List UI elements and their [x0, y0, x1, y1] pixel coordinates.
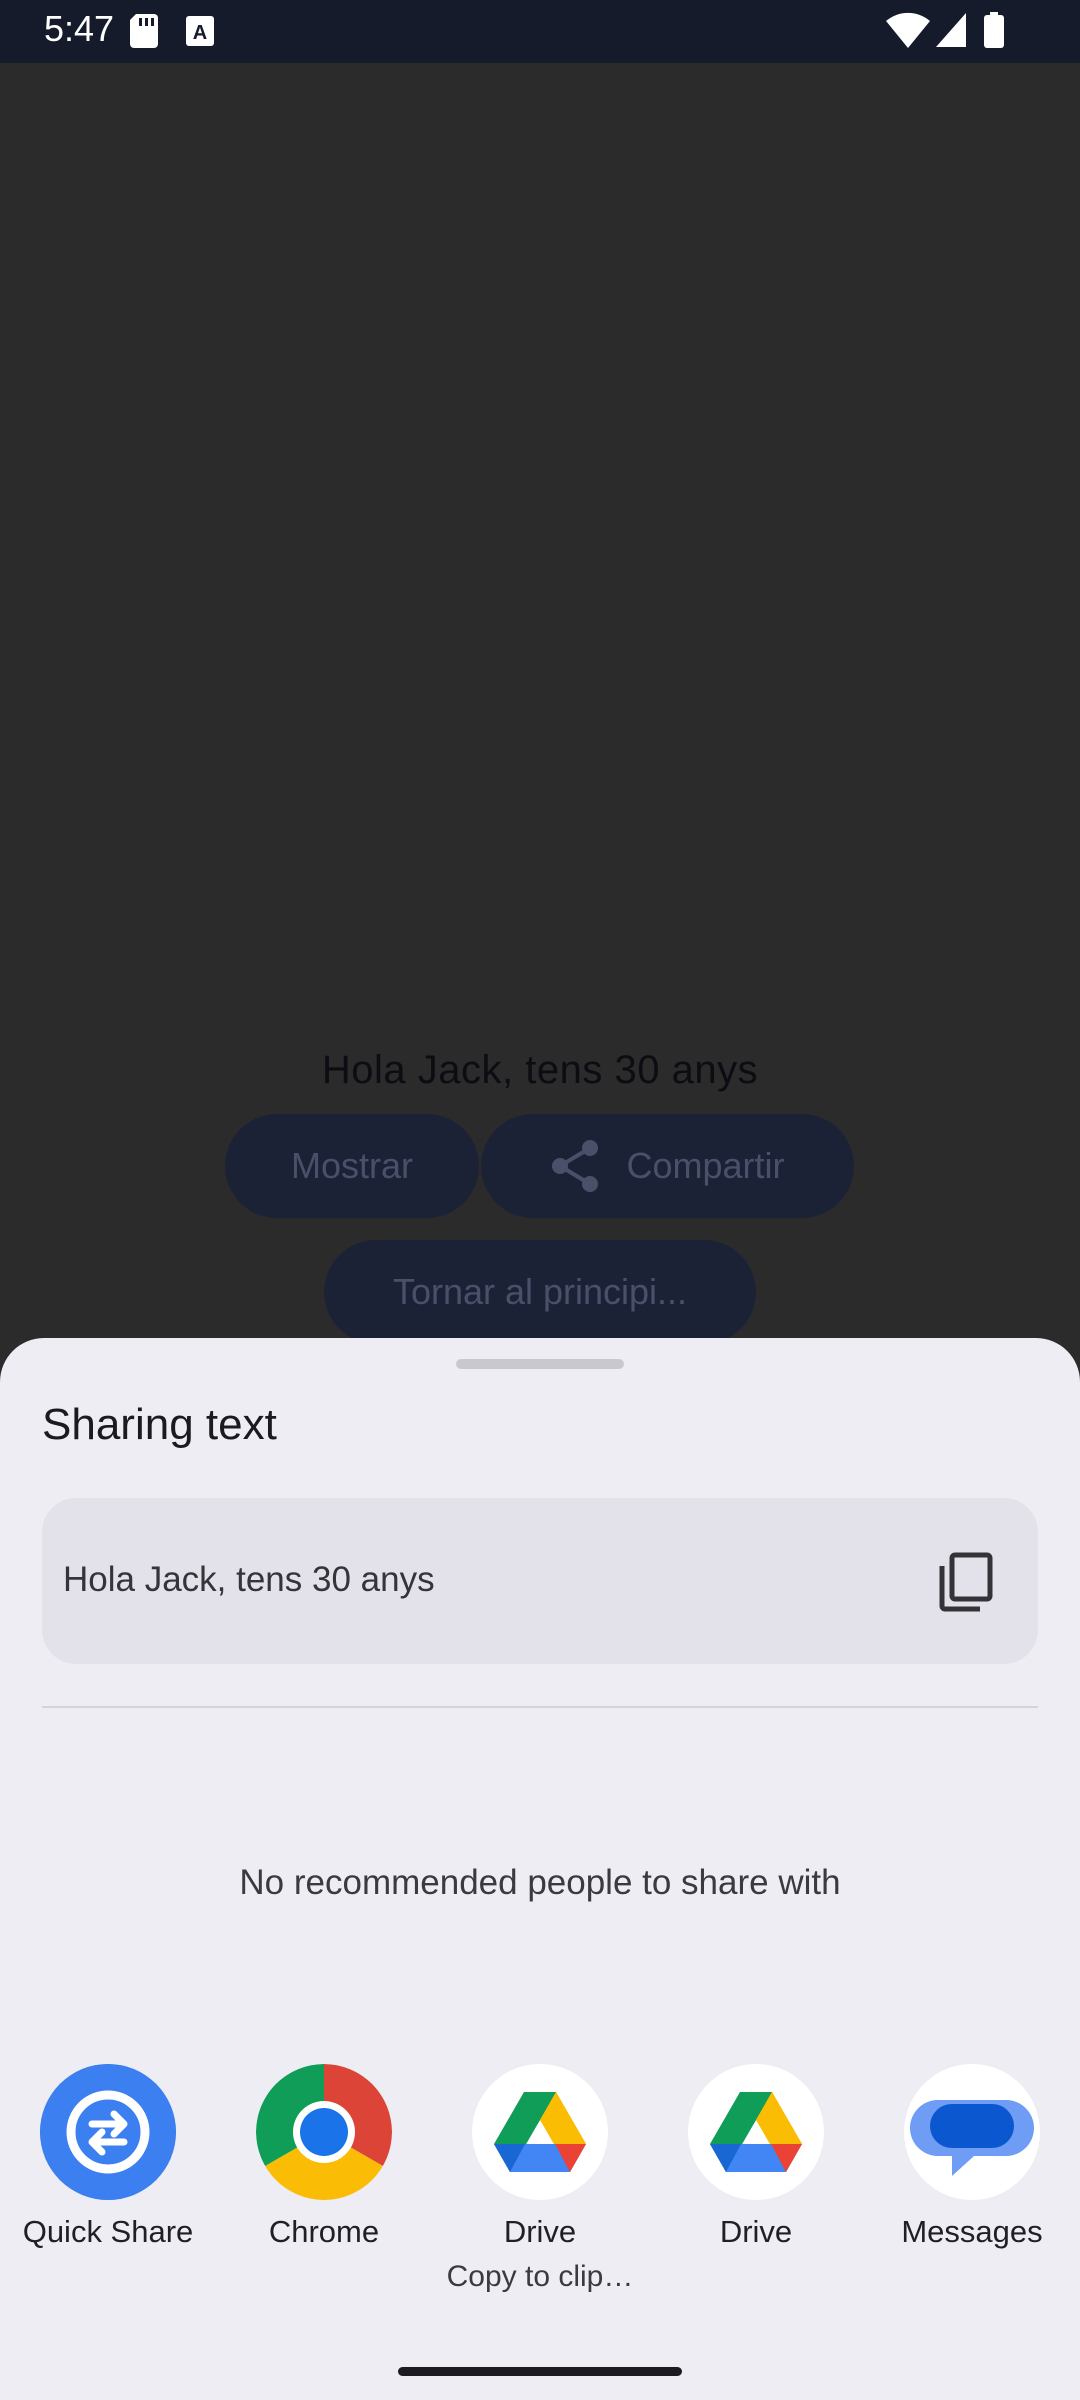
share-target-label: Chrome	[268, 2214, 380, 2249]
share-target-label: Drive	[503, 2214, 577, 2249]
divider	[42, 1706, 1038, 1708]
share-button[interactable]: Compartir	[481, 1114, 854, 1218]
battery-icon	[984, 12, 1004, 53]
show-button[interactable]: Mostrar	[225, 1114, 479, 1218]
text-preview-card: Hola Jack, tens 30 anys	[42, 1498, 1038, 1664]
drive-icon	[472, 2064, 608, 2200]
home-button[interactable]: Tornar al principi...	[324, 1240, 756, 1344]
messages-icon	[904, 2064, 1040, 2200]
status-time: 5:47	[44, 8, 115, 49]
share-target-quick-share[interactable]: Quick Share	[8, 2064, 208, 2250]
gesture-navigation-bar[interactable]	[398, 2367, 682, 2376]
share-icon	[552, 1140, 599, 1192]
signal-icon	[936, 13, 966, 52]
sheet-title: Sharing text	[42, 1400, 277, 1449]
share-target-drive-copy[interactable]: Drive Copy to clip…	[440, 2064, 640, 2294]
preview-text: Hola Jack, tens 30 anys	[63, 1560, 435, 1599]
copy-icon	[939, 1552, 993, 1612]
share-target-drive[interactable]: Drive	[656, 2064, 856, 2250]
chrome-icon	[256, 2064, 392, 2200]
share-target-sublabel: Copy to clip…	[446, 2260, 634, 2293]
share-target-messages[interactable]: Messages	[872, 2064, 1072, 2250]
copy-button[interactable]	[930, 1546, 1002, 1618]
quick-share-icon	[40, 2064, 176, 2200]
share-button-label: Compartir	[626, 1145, 785, 1186]
keyboard-a-icon: A	[186, 16, 214, 51]
drive-icon	[688, 2064, 824, 2200]
svg-text:A: A	[193, 22, 207, 44]
drag-handle[interactable]	[456, 1359, 624, 1369]
wifi-icon	[886, 12, 930, 53]
sd-card-icon	[130, 14, 158, 53]
share-target-label: Quick Share	[22, 2214, 194, 2249]
share-sheet: Sharing text Hola Jack, tens 30 anys No …	[0, 1338, 1080, 2400]
status-bar: 5:47 A	[0, 0, 1080, 63]
share-target-chrome[interactable]: Chrome	[224, 2064, 424, 2250]
share-target-label: Messages	[901, 2214, 1043, 2249]
no-recommended-people-text: No recommended people to share with	[239, 1863, 841, 1902]
share-target-label: Drive	[719, 2214, 793, 2249]
greeting-text: Hola Jack, tens 30 anys	[321, 1048, 759, 1092]
